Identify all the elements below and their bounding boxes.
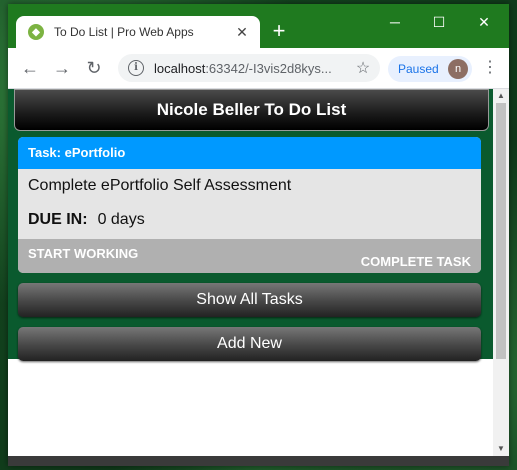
kebab-menu-icon[interactable]: ⋮ bbox=[482, 60, 498, 80]
maximize-button[interactable]: ☐ bbox=[424, 10, 454, 34]
bookmark-star-icon[interactable]: ☆ bbox=[354, 58, 372, 78]
url-path: :63342/-I3vis2d8kys... bbox=[205, 60, 332, 76]
page-scrollbar[interactable]: ▲ ▼ bbox=[493, 89, 509, 456]
app-header: Nicole Beller To Do List bbox=[14, 89, 489, 131]
task-due: DUE IN: 0 days bbox=[18, 203, 481, 237]
forward-button[interactable]: → bbox=[52, 58, 72, 78]
url-text[interactable]: localhost:63342/-I3vis2d8kys... bbox=[154, 61, 354, 76]
task-card: Task: ePortfolio Complete ePortfolio Sel… bbox=[18, 137, 481, 273]
back-button[interactable]: ← bbox=[20, 58, 40, 78]
minimize-button[interactable]: ─ bbox=[380, 10, 410, 34]
title-bar: ◆ To Do List | Pro Web Apps ✕ + ─ ☐ ✕ bbox=[8, 4, 509, 48]
scroll-thumb[interactable] bbox=[496, 103, 506, 359]
scroll-up-icon[interactable]: ▲ bbox=[493, 89, 509, 103]
due-value: 0 days bbox=[97, 211, 145, 228]
task-description: Complete ePortfolio Self Assessment bbox=[28, 177, 292, 194]
start-working-button[interactable]: START WORKING bbox=[18, 246, 148, 261]
todo-app: Nicole Beller To Do List Task: ePortfoli… bbox=[8, 89, 493, 361]
reload-button[interactable]: ↻ bbox=[84, 58, 104, 78]
window-bottom-edge bbox=[8, 456, 509, 466]
address-bar[interactable]: i localhost:63342/-I3vis2d8kys... ☆ bbox=[118, 54, 380, 82]
app-favicon-icon: ◆ bbox=[28, 24, 44, 40]
show-all-tasks-button[interactable]: Show All Tasks bbox=[18, 283, 481, 317]
close-tab-icon[interactable]: ✕ bbox=[234, 24, 250, 40]
tab-title: To Do List | Pro Web Apps bbox=[54, 25, 194, 39]
window-close-button[interactable]: ✕ bbox=[469, 10, 499, 34]
profile-status: Paused bbox=[398, 62, 439, 76]
profile-button[interactable]: Paused n bbox=[388, 56, 472, 82]
task-heading: Task: ePortfolio bbox=[18, 137, 481, 169]
info-icon[interactable]: i bbox=[128, 60, 144, 76]
page-title: Nicole Beller To Do List bbox=[156, 100, 347, 119]
browser-tab[interactable]: ◆ To Do List | Pro Web Apps ✕ bbox=[16, 16, 260, 48]
add-new-button[interactable]: Add New bbox=[18, 327, 481, 361]
scroll-down-icon[interactable]: ▼ bbox=[493, 442, 509, 456]
avatar: n bbox=[448, 59, 468, 79]
page-viewport: Nicole Beller To Do List Task: ePortfoli… bbox=[8, 89, 493, 456]
browser-window: ◆ To Do List | Pro Web Apps ✕ + ─ ☐ ✕ ← … bbox=[8, 4, 509, 466]
browser-toolbar: ← → ↻ i localhost:63342/-I3vis2d8kys... … bbox=[8, 48, 509, 89]
task-actions: START WORKING COMPLETE TASK bbox=[18, 239, 481, 273]
new-tab-button[interactable]: + bbox=[268, 20, 290, 42]
due-label: DUE IN: bbox=[28, 211, 88, 228]
complete-task-button[interactable]: COMPLETE TASK bbox=[351, 254, 481, 269]
url-host: localhost bbox=[154, 60, 206, 76]
